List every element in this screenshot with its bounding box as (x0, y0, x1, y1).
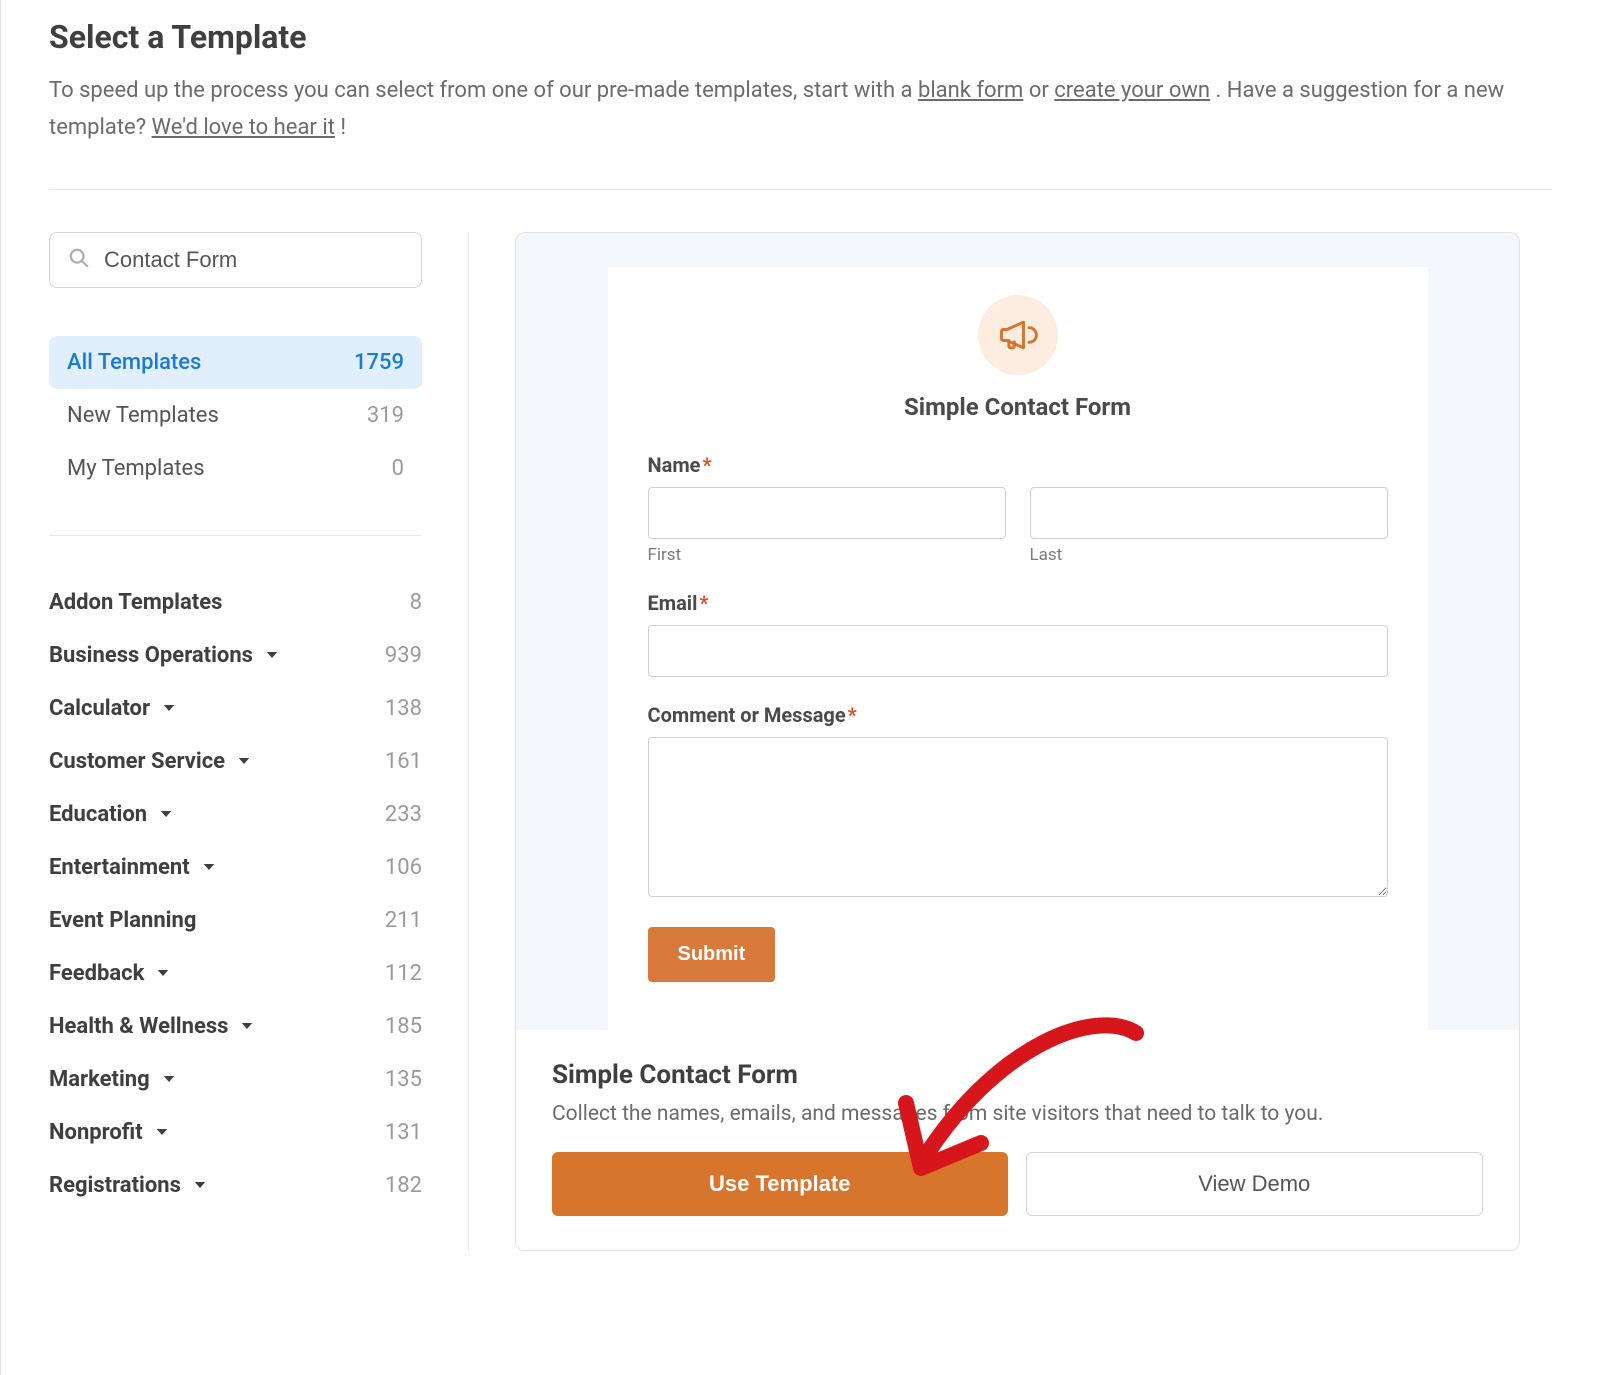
card-title: Simple Contact Form (552, 1060, 1483, 1090)
category-label: Calculator (49, 696, 150, 721)
template-group-item[interactable]: New Templates 319 (49, 389, 422, 442)
category-label: Education (49, 802, 147, 827)
category-item[interactable]: Marketing 135 (49, 1053, 422, 1106)
form-submit-button[interactable]: Submit (648, 927, 776, 982)
category-label: Nonprofit (49, 1120, 143, 1145)
category-item[interactable]: Addon Templates 8 (49, 576, 422, 629)
required-marker: * (848, 703, 857, 727)
category-item[interactable]: Calculator 138 (49, 682, 422, 735)
comment-textarea[interactable] (648, 737, 1388, 897)
sidebar-divider (49, 535, 422, 536)
chevron-down-icon (153, 1123, 171, 1141)
category-label: Health & Wellness (49, 1014, 228, 1039)
first-name-input[interactable] (648, 487, 1006, 539)
category-count: 939 (385, 643, 422, 668)
category-item[interactable]: Business Operations 939 (49, 629, 422, 682)
template-preview: Simple Contact Form Name* First Las (516, 233, 1519, 1030)
last-sublabel: Last (1030, 545, 1388, 565)
required-marker: * (699, 591, 708, 615)
use-template-button[interactable]: Use Template (552, 1152, 1008, 1216)
hear-it-link[interactable]: We'd love to hear it (152, 115, 335, 140)
required-marker: * (702, 453, 711, 477)
category-count: 233 (385, 802, 422, 827)
view-demo-button[interactable]: View Demo (1026, 1152, 1484, 1216)
category-count: 135 (385, 1067, 422, 1092)
chevron-down-icon (238, 1017, 256, 1035)
intro-end: ! (340, 115, 346, 140)
template-group-count: 0 (392, 456, 404, 481)
form-preview: Simple Contact Form Name* First Las (608, 267, 1428, 1030)
template-group-label: New Templates (67, 403, 219, 428)
template-group-item[interactable]: My Templates 0 (49, 442, 422, 495)
chevron-down-icon (191, 1176, 209, 1194)
category-count: 185 (385, 1014, 422, 1039)
category-label: Business Operations (49, 643, 253, 668)
email-input[interactable] (648, 625, 1388, 677)
main-content: Simple Contact Form Name* First Las (469, 232, 1552, 1251)
chevron-down-icon (200, 858, 218, 876)
intro-text: To speed up the process you can select f… (49, 72, 1552, 190)
category-count: 138 (385, 696, 422, 721)
page-title: Select a Template (49, 18, 1552, 56)
category-label: Registrations (49, 1173, 181, 1198)
template-group-label: My Templates (67, 456, 205, 481)
blank-form-link[interactable]: blank form (918, 78, 1023, 103)
chevron-down-icon (154, 964, 172, 982)
template-meta: Simple Contact Form Collect the names, e… (516, 1030, 1519, 1250)
form-title: Simple Contact Form (648, 393, 1388, 421)
first-sublabel: First (648, 545, 1006, 565)
megaphone-icon (978, 295, 1058, 375)
category-label: Feedback (49, 961, 144, 986)
chevron-down-icon (263, 646, 281, 664)
create-your-own-link[interactable]: create your own (1054, 78, 1210, 103)
name-label: Name* (648, 453, 1388, 477)
category-count: 112 (385, 961, 422, 986)
category-item[interactable]: Registrations 182 (49, 1159, 422, 1212)
chevron-down-icon (160, 1070, 178, 1088)
sidebar: All Templates 1759 New Templates 319 My Temp… (49, 232, 469, 1251)
category-count: 8 (410, 590, 422, 615)
intro-prefix: To speed up the process you can select f… (49, 78, 918, 103)
category-count: 131 (385, 1120, 422, 1145)
chevron-down-icon (160, 699, 178, 717)
category-item[interactable]: Customer Service 161 (49, 735, 422, 788)
category-count: 106 (385, 855, 422, 880)
category-label: Customer Service (49, 749, 225, 774)
category-count: 182 (385, 1173, 422, 1198)
card-description: Collect the names, emails, and messages … (552, 1102, 1483, 1126)
category-label: Addon Templates (49, 590, 222, 615)
category-count: 161 (385, 749, 422, 774)
chevron-down-icon (235, 752, 253, 770)
category-item[interactable]: Education 233 (49, 788, 422, 841)
template-card: Simple Contact Form Name* First Las (515, 232, 1520, 1251)
comment-label: Comment or Message* (648, 703, 1388, 727)
search-wrap[interactable] (49, 232, 422, 288)
category-label: Marketing (49, 1067, 150, 1092)
intro-mid: or (1029, 78, 1054, 103)
email-label: Email* (648, 591, 1388, 615)
category-item[interactable]: Entertainment 106 (49, 841, 422, 894)
category-item[interactable]: Health & Wellness 185 (49, 1000, 422, 1053)
template-group-count: 1759 (354, 350, 404, 375)
category-label: Entertainment (49, 855, 190, 880)
category-label: Event Planning (49, 908, 196, 933)
template-group-count: 319 (367, 403, 404, 428)
chevron-down-icon (157, 805, 175, 823)
category-item[interactable]: Event Planning 211 (49, 894, 422, 947)
search-icon (68, 247, 90, 273)
search-input[interactable] (104, 247, 403, 273)
category-item[interactable]: Nonprofit 131 (49, 1106, 422, 1159)
last-name-input[interactable] (1030, 487, 1388, 539)
template-group-label: All Templates (67, 350, 201, 375)
template-group-item[interactable]: All Templates 1759 (49, 336, 422, 389)
category-item[interactable]: Feedback 112 (49, 947, 422, 1000)
category-count: 211 (385, 908, 422, 933)
